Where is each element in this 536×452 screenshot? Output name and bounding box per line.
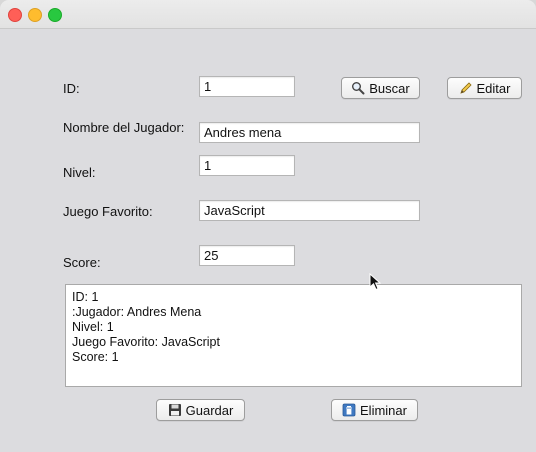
buscar-label: Buscar [369, 80, 410, 96]
output-textarea[interactable]: ID: 1 :Jugador: Andres Mena Nivel: 1 Jue… [65, 284, 522, 387]
juego-favorito-field[interactable] [199, 200, 420, 221]
app-window: ID: Buscar Editar Nombre del Jugador: Ni… [0, 0, 536, 452]
nombre-field[interactable] [199, 122, 420, 143]
title-bar [0, 0, 536, 29]
guardar-button[interactable]: Guardar [156, 399, 245, 421]
id-label: ID: [63, 81, 80, 96]
mouse-pointer-icon [369, 273, 381, 291]
juego-favorito-label: Juego Favorito: [63, 204, 153, 219]
score-field[interactable] [199, 245, 295, 266]
score-label: Score: [63, 255, 101, 270]
close-window-button[interactable] [8, 8, 22, 22]
zoom-window-button[interactable] [48, 8, 62, 22]
magnifier-icon [351, 81, 365, 95]
output-line: :Jugador: Andres Mena [72, 305, 202, 319]
id-field[interactable] [199, 76, 295, 97]
nombre-label: Nombre del Jugador: [63, 120, 185, 135]
minimize-window-button[interactable] [28, 8, 42, 22]
nivel-field[interactable] [199, 155, 295, 176]
floppy-disk-icon [168, 403, 182, 417]
output-line: ID: 1 [72, 290, 99, 304]
pencil-icon [459, 81, 473, 95]
buscar-button[interactable]: Buscar [341, 77, 420, 99]
eliminar-button[interactable]: Eliminar [331, 399, 418, 421]
output-line: Nivel: 1 [72, 320, 114, 334]
nivel-label: Nivel: [63, 165, 96, 180]
output-line: Score: 1 [72, 350, 119, 364]
editar-button[interactable]: Editar [447, 77, 522, 99]
guardar-label: Guardar [185, 402, 234, 418]
editar-label: Editar [476, 80, 511, 96]
eliminar-label: Eliminar [360, 402, 407, 418]
trash-icon [342, 403, 356, 417]
output-line: Juego Favorito: JavaScript [72, 335, 220, 349]
